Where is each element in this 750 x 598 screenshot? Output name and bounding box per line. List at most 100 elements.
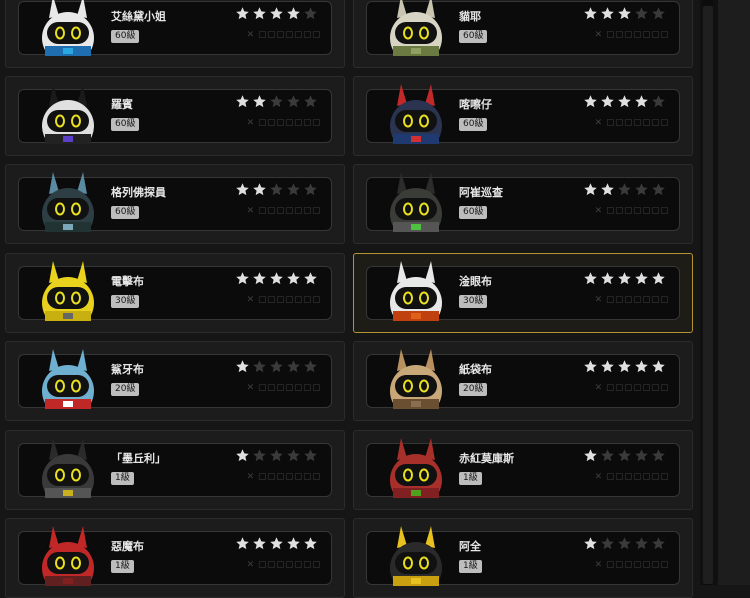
star-filled-icon xyxy=(651,359,668,375)
shark-bangboo-icon xyxy=(35,345,101,409)
card-inner: 喀嚓仔 60級 ✕ ▢▢▢▢▢▢▢ xyxy=(366,84,680,144)
star-empty-icon xyxy=(634,536,651,552)
star-rating xyxy=(235,448,321,464)
star-empty-icon xyxy=(303,6,320,22)
star-filled-icon xyxy=(634,271,651,287)
star-filled-icon xyxy=(235,536,252,552)
level-badge: 1級 xyxy=(111,472,134,485)
star-filled-icon xyxy=(617,359,634,375)
star-filled-icon xyxy=(235,182,252,198)
star-rating xyxy=(235,6,321,22)
star-filled-icon xyxy=(235,6,252,22)
card-inner: 「墨丘利」 1級 ✕ ▢▢▢▢▢▢▢ xyxy=(18,438,332,498)
card-inner: 紙袋布 20級 ✕ ▢▢▢▢▢▢▢ xyxy=(366,349,680,409)
star-empty-icon xyxy=(303,448,320,464)
star-empty-icon xyxy=(651,536,668,552)
star-filled-icon xyxy=(583,94,600,110)
star-filled-icon xyxy=(600,359,617,375)
level-badge: 60級 xyxy=(459,206,488,219)
card-inner: 赤紅莫庫斯 1級 ✕ ▢▢▢▢▢▢▢ xyxy=(366,438,680,498)
star-filled-icon xyxy=(286,6,303,22)
star-filled-icon xyxy=(583,271,600,287)
star-filled-icon xyxy=(634,359,651,375)
star-rating xyxy=(235,359,321,375)
character-id: ✕ ▢▢▢▢▢▢▢ xyxy=(594,206,669,216)
star-filled-icon xyxy=(617,271,634,287)
devil-bangboo-icon xyxy=(35,522,101,586)
character-id: ✕ ▢▢▢▢▢▢▢ xyxy=(594,295,669,305)
star-filled-icon xyxy=(269,271,286,287)
star-filled-icon xyxy=(235,448,252,464)
star-rating xyxy=(235,271,321,287)
level-badge: 30級 xyxy=(459,295,488,308)
star-filled-icon xyxy=(303,536,320,552)
character-name: 喀嚓仔 xyxy=(459,98,492,111)
star-filled-icon xyxy=(303,271,320,287)
hardhat-bangboo-icon xyxy=(383,522,449,586)
star-empty-icon xyxy=(600,448,617,464)
character-card[interactable]: 鯊牙布 20級 ✕ ▢▢▢▢▢▢▢ xyxy=(5,341,345,421)
star-rating xyxy=(235,94,321,110)
card-inner: 羅賓 60級 ✕ ▢▢▢▢▢▢▢ xyxy=(18,84,332,144)
star-filled-icon xyxy=(269,536,286,552)
character-card[interactable]: 紙袋布 20級 ✕ ▢▢▢▢▢▢▢ xyxy=(353,341,693,421)
character-card[interactable]: 淦眼布 30級 ✕ ▢▢▢▢▢▢▢ xyxy=(353,253,693,333)
star-filled-icon xyxy=(235,94,252,110)
star-empty-icon xyxy=(252,359,269,375)
character-card[interactable]: 赤紅莫庫斯 1級 ✕ ▢▢▢▢▢▢▢ xyxy=(353,430,693,510)
star-filled-icon xyxy=(583,448,600,464)
character-card[interactable]: 「墨丘利」 1級 ✕ ▢▢▢▢▢▢▢ xyxy=(5,430,345,510)
star-rating xyxy=(583,271,669,287)
star-filled-icon xyxy=(600,182,617,198)
character-id: ✕ ▢▢▢▢▢▢▢ xyxy=(594,30,669,40)
star-rating xyxy=(235,182,321,198)
star-filled-icon xyxy=(286,536,303,552)
scrollbar-thumb[interactable] xyxy=(703,6,713,584)
character-card[interactable]: 電擊布 30級 ✕ ▢▢▢▢▢▢▢ xyxy=(5,253,345,333)
star-empty-icon xyxy=(634,6,651,22)
character-card[interactable]: 阿崔巡查 60級 ✕ ▢▢▢▢▢▢▢ xyxy=(353,164,693,244)
level-badge: 60級 xyxy=(111,118,140,131)
card-inner: 惡魔布 1級 ✕ ▢▢▢▢▢▢▢ xyxy=(18,526,332,586)
character-card[interactable]: 格列佛探員 60級 ✕ ▢▢▢▢▢▢▢ xyxy=(5,164,345,244)
star-filled-icon xyxy=(235,271,252,287)
star-empty-icon xyxy=(617,182,634,198)
character-name: 赤紅莫庫斯 xyxy=(459,452,514,465)
star-filled-icon xyxy=(600,271,617,287)
star-filled-icon xyxy=(600,94,617,110)
character-card[interactable]: 羅賓 60級 ✕ ▢▢▢▢▢▢▢ xyxy=(5,76,345,156)
character-card[interactable]: 艾絲黛小姐 60級 ✕ ▢▢▢▢▢▢▢ xyxy=(5,0,345,68)
level-badge: 20級 xyxy=(459,383,488,396)
biker-bangboo-icon xyxy=(35,80,101,144)
star-empty-icon xyxy=(617,448,634,464)
star-empty-icon xyxy=(303,182,320,198)
character-id: ✕ ▢▢▢▢▢▢▢ xyxy=(594,560,669,570)
star-empty-icon xyxy=(286,359,303,375)
star-rating xyxy=(235,536,321,552)
character-card[interactable]: 阿全 1級 ✕ ▢▢▢▢▢▢▢ xyxy=(353,518,693,598)
character-card[interactable]: 喀嚓仔 60級 ✕ ▢▢▢▢▢▢▢ xyxy=(353,76,693,156)
character-card[interactable]: 惡魔布 1級 ✕ ▢▢▢▢▢▢▢ xyxy=(5,518,345,598)
star-empty-icon xyxy=(269,182,286,198)
star-filled-icon xyxy=(252,536,269,552)
level-badge: 1級 xyxy=(459,472,482,485)
star-empty-icon xyxy=(286,94,303,110)
star-filled-icon xyxy=(252,94,269,110)
character-id: ✕ ▢▢▢▢▢▢▢ xyxy=(246,472,321,482)
side-panel xyxy=(718,0,750,585)
character-name: 惡魔布 xyxy=(111,540,144,553)
character-card[interactable]: 貓耶 60級 ✕ ▢▢▢▢▢▢▢ xyxy=(353,0,693,68)
star-filled-icon xyxy=(583,536,600,552)
soldier-bangboo-icon xyxy=(383,168,449,232)
level-badge: 60級 xyxy=(459,118,488,131)
character-name: 艾絲黛小姐 xyxy=(111,10,166,23)
character-name: 淦眼布 xyxy=(459,275,492,288)
character-name: 阿崔巡查 xyxy=(459,186,503,199)
character-name: 紙袋布 xyxy=(459,363,492,376)
card-inner: 電擊布 30級 ✕ ▢▢▢▢▢▢▢ xyxy=(18,261,332,321)
boar-bangboo-icon xyxy=(383,434,449,498)
character-id: ✕ ▢▢▢▢▢▢▢ xyxy=(594,472,669,482)
star-filled-icon xyxy=(583,6,600,22)
star-empty-icon xyxy=(286,448,303,464)
star-empty-icon xyxy=(617,536,634,552)
